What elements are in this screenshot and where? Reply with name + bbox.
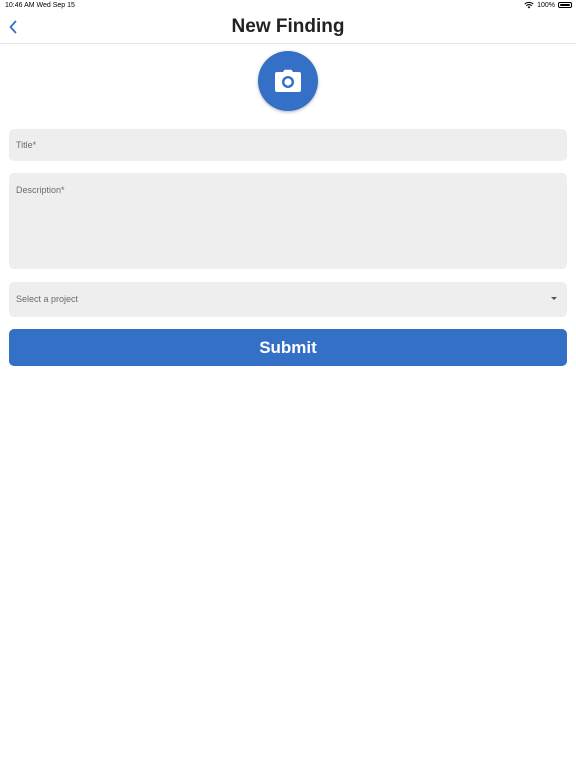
navigation-bar: New Finding: [0, 12, 576, 44]
title-field[interactable]: Title*: [9, 129, 567, 161]
submit-button[interactable]: Submit: [9, 329, 567, 366]
caret-down-icon: [551, 297, 557, 300]
battery-icon: [558, 2, 572, 8]
page-title: New Finding: [231, 16, 345, 37]
description-placeholder: Description*: [16, 185, 65, 195]
wifi-icon: [524, 1, 534, 9]
project-placeholder: Select a project: [16, 294, 79, 304]
camera-icon: [275, 69, 301, 92]
project-select[interactable]: Select a project: [9, 282, 567, 317]
status-bar: 10:46 AM Wed Sep 15 100%: [0, 0, 576, 12]
camera-button[interactable]: [258, 51, 318, 111]
status-right: 100%: [524, 1, 572, 9]
description-field[interactable]: Description*: [9, 173, 567, 269]
status-time: 10:46 AM Wed Sep 15: [5, 2, 75, 9]
battery-percent: 100%: [537, 1, 555, 9]
new-finding-screen: 10:46 AM Wed Sep 15 100% New Finding Tit…: [0, 0, 576, 768]
title-placeholder: Title*: [16, 140, 37, 150]
